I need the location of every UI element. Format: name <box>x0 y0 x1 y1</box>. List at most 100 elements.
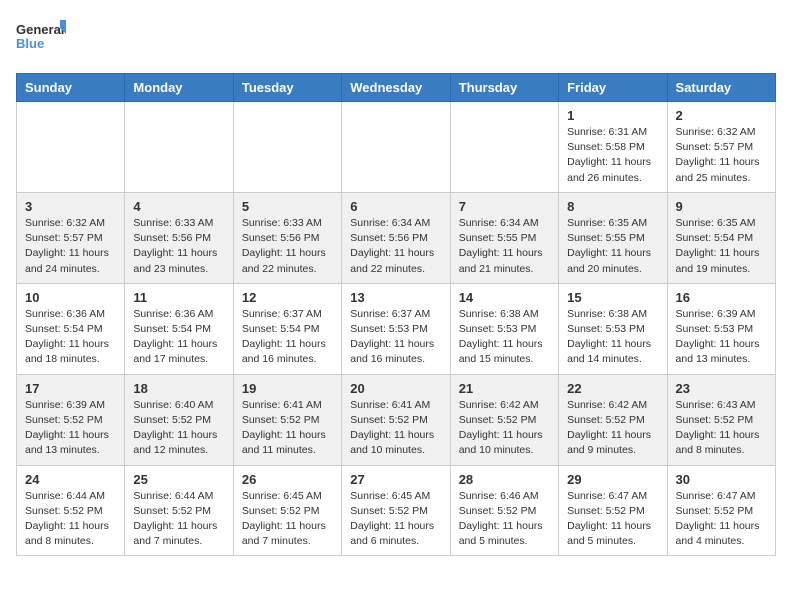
day-info: Sunrise: 6:45 AM Sunset: 5:52 PM Dayligh… <box>350 489 441 550</box>
day-number: 16 <box>676 290 767 305</box>
calendar-cell: 21Sunrise: 6:42 AM Sunset: 5:52 PM Dayli… <box>450 374 558 465</box>
calendar-cell: 18Sunrise: 6:40 AM Sunset: 5:52 PM Dayli… <box>125 374 233 465</box>
day-info: Sunrise: 6:38 AM Sunset: 5:53 PM Dayligh… <box>459 307 550 368</box>
day-number: 3 <box>25 199 116 214</box>
day-info: Sunrise: 6:32 AM Sunset: 5:57 PM Dayligh… <box>676 125 767 186</box>
calendar-cell: 11 Sunrise: 6:36 AM Sunset: 5:54 PM Dayli… <box>125 283 233 374</box>
day-number: 1 <box>567 108 658 123</box>
day-number: 13 <box>350 290 441 305</box>
day-number: 8 <box>567 199 658 214</box>
day-number: 5 <box>242 199 333 214</box>
day-info: Sunrise: 6:34 AM Sunset: 5:56 PM Dayligh… <box>350 216 441 277</box>
calendar-cell: 12 Sunrise: 6:37 AM Sunset: 5:54 PM Dayli… <box>233 283 341 374</box>
week-row-1: 1 Sunrise: 6:31 AM Sunset: 5:58 PM Daylig… <box>17 102 776 193</box>
header-monday: Monday <box>125 74 233 102</box>
day-number: 22 <box>567 381 658 396</box>
day-number: 24 <box>25 472 116 487</box>
day-number: 6 <box>350 199 441 214</box>
calendar-cell: 26 Sunrise: 6:45 AM Sunset: 5:52 PM Dayli… <box>233 465 341 556</box>
day-info: Sunrise: 6:41 AM Sunset: 5:52 PM Dayligh… <box>242 398 333 459</box>
calendar-cell <box>233 102 341 193</box>
day-number: 30 <box>676 472 767 487</box>
day-info: Sunrise: 6:34 AM Sunset: 5:55 PM Dayligh… <box>459 216 550 277</box>
header-sunday: Sunday <box>17 74 125 102</box>
day-number: 15 <box>567 290 658 305</box>
day-info: Sunrise: 6:41 AM Sunset: 5:52 PM Dayligh… <box>350 398 441 459</box>
day-number: 27 <box>350 472 441 487</box>
header-thursday: Thursday <box>450 74 558 102</box>
day-info: Sunrise: 6:44 AM Sunset: 5:52 PM Dayligh… <box>133 489 224 550</box>
day-info: Sunrise: 6:45 AM Sunset: 5:52 PM Dayligh… <box>242 489 333 550</box>
day-number: 12 <box>242 290 333 305</box>
week-row-2: 3 Sunrise: 6:32 AM Sunset: 5:57 PM Daylig… <box>17 192 776 283</box>
day-number: 14 <box>459 290 550 305</box>
day-number: 4 <box>133 199 224 214</box>
day-info: Sunrise: 6:37 AM Sunset: 5:53 PM Dayligh… <box>350 307 441 368</box>
header-tuesday: Tuesday <box>233 74 341 102</box>
day-number: 29 <box>567 472 658 487</box>
calendar-cell: 20Sunrise: 6:41 AM Sunset: 5:52 PM Dayli… <box>342 374 450 465</box>
header-saturday: Saturday <box>667 74 775 102</box>
day-number: 17 <box>25 381 116 396</box>
calendar-cell: 15 Sunrise: 6:38 AM Sunset: 5:53 PM Dayli… <box>559 283 667 374</box>
svg-text:Blue: Blue <box>16 36 44 51</box>
calendar-cell: 4Sunrise: 6:33 AM Sunset: 5:56 PM Daylig… <box>125 192 233 283</box>
calendar-cell: 1 Sunrise: 6:31 AM Sunset: 5:58 PM Daylig… <box>559 102 667 193</box>
calendar-header-row: SundayMondayTuesdayWednesdayThursdayFrid… <box>17 74 776 102</box>
day-info: Sunrise: 6:44 AM Sunset: 5:52 PM Dayligh… <box>25 489 116 550</box>
day-info: Sunrise: 6:46 AM Sunset: 5:52 PM Dayligh… <box>459 489 550 550</box>
day-number: 9 <box>676 199 767 214</box>
calendar-cell: 8Sunrise: 6:35 AM Sunset: 5:55 PM Daylig… <box>559 192 667 283</box>
calendar-cell: 25 Sunrise: 6:44 AM Sunset: 5:52 PM Dayli… <box>125 465 233 556</box>
calendar-cell: 17 Sunrise: 6:39 AM Sunset: 5:52 PM Dayli… <box>17 374 125 465</box>
day-info: Sunrise: 6:32 AM Sunset: 5:57 PM Dayligh… <box>25 216 116 277</box>
calendar-cell: 7 Sunrise: 6:34 AM Sunset: 5:55 PM Daylig… <box>450 192 558 283</box>
calendar-cell: 13 Sunrise: 6:37 AM Sunset: 5:53 PM Dayli… <box>342 283 450 374</box>
day-number: 19 <box>242 381 333 396</box>
day-info: Sunrise: 6:38 AM Sunset: 5:53 PM Dayligh… <box>567 307 658 368</box>
day-info: Sunrise: 6:47 AM Sunset: 5:52 PM Dayligh… <box>567 489 658 550</box>
day-number: 26 <box>242 472 333 487</box>
calendar-cell: 19 Sunrise: 6:41 AM Sunset: 5:52 PM Dayli… <box>233 374 341 465</box>
day-info: Sunrise: 6:31 AM Sunset: 5:58 PM Dayligh… <box>567 125 658 186</box>
day-number: 7 <box>459 199 550 214</box>
day-number: 28 <box>459 472 550 487</box>
day-info: Sunrise: 6:36 AM Sunset: 5:54 PM Dayligh… <box>133 307 224 368</box>
calendar-cell: 9 Sunrise: 6:35 AM Sunset: 5:54 PM Daylig… <box>667 192 775 283</box>
day-info: Sunrise: 6:39 AM Sunset: 5:53 PM Dayligh… <box>676 307 767 368</box>
calendar-cell: 5 Sunrise: 6:33 AM Sunset: 5:56 PM Daylig… <box>233 192 341 283</box>
week-row-3: 10Sunrise: 6:36 AM Sunset: 5:54 PM Dayli… <box>17 283 776 374</box>
day-number: 23 <box>676 381 767 396</box>
calendar-cell: 16 Sunrise: 6:39 AM Sunset: 5:53 PM Dayli… <box>667 283 775 374</box>
logo-icon: General Blue <box>16 16 66 61</box>
day-number: 11 <box>133 290 224 305</box>
calendar-cell: 27 Sunrise: 6:45 AM Sunset: 5:52 PM Dayli… <box>342 465 450 556</box>
calendar-cell <box>342 102 450 193</box>
day-number: 2 <box>676 108 767 123</box>
calendar-cell: 3 Sunrise: 6:32 AM Sunset: 5:57 PM Daylig… <box>17 192 125 283</box>
day-number: 25 <box>133 472 224 487</box>
page-header: General Blue <box>16 16 776 61</box>
calendar-cell: 10Sunrise: 6:36 AM Sunset: 5:54 PM Dayli… <box>17 283 125 374</box>
calendar-cell <box>450 102 558 193</box>
header-friday: Friday <box>559 74 667 102</box>
day-info: Sunrise: 6:39 AM Sunset: 5:52 PM Dayligh… <box>25 398 116 459</box>
svg-text:General: General <box>16 22 64 37</box>
week-row-5: 24 Sunrise: 6:44 AM Sunset: 5:52 PM Dayli… <box>17 465 776 556</box>
day-info: Sunrise: 6:36 AM Sunset: 5:54 PM Dayligh… <box>25 307 116 368</box>
day-number: 18 <box>133 381 224 396</box>
week-row-4: 17 Sunrise: 6:39 AM Sunset: 5:52 PM Dayli… <box>17 374 776 465</box>
calendar-cell: 30Sunrise: 6:47 AM Sunset: 5:52 PM Dayli… <box>667 465 775 556</box>
calendar-cell <box>17 102 125 193</box>
calendar-cell: 6 Sunrise: 6:34 AM Sunset: 5:56 PM Daylig… <box>342 192 450 283</box>
day-info: Sunrise: 6:37 AM Sunset: 5:54 PM Dayligh… <box>242 307 333 368</box>
day-info: Sunrise: 6:42 AM Sunset: 5:52 PM Dayligh… <box>459 398 550 459</box>
calendar-cell: 23Sunrise: 6:43 AM Sunset: 5:52 PM Dayli… <box>667 374 775 465</box>
calendar-cell: 2 Sunrise: 6:32 AM Sunset: 5:57 PM Daylig… <box>667 102 775 193</box>
day-info: Sunrise: 6:33 AM Sunset: 5:56 PM Dayligh… <box>242 216 333 277</box>
calendar-cell: 14 Sunrise: 6:38 AM Sunset: 5:53 PM Dayli… <box>450 283 558 374</box>
day-info: Sunrise: 6:35 AM Sunset: 5:54 PM Dayligh… <box>676 216 767 277</box>
header-wednesday: Wednesday <box>342 74 450 102</box>
day-info: Sunrise: 6:42 AM Sunset: 5:52 PM Dayligh… <box>567 398 658 459</box>
calendar-cell: 22 Sunrise: 6:42 AM Sunset: 5:52 PM Dayli… <box>559 374 667 465</box>
